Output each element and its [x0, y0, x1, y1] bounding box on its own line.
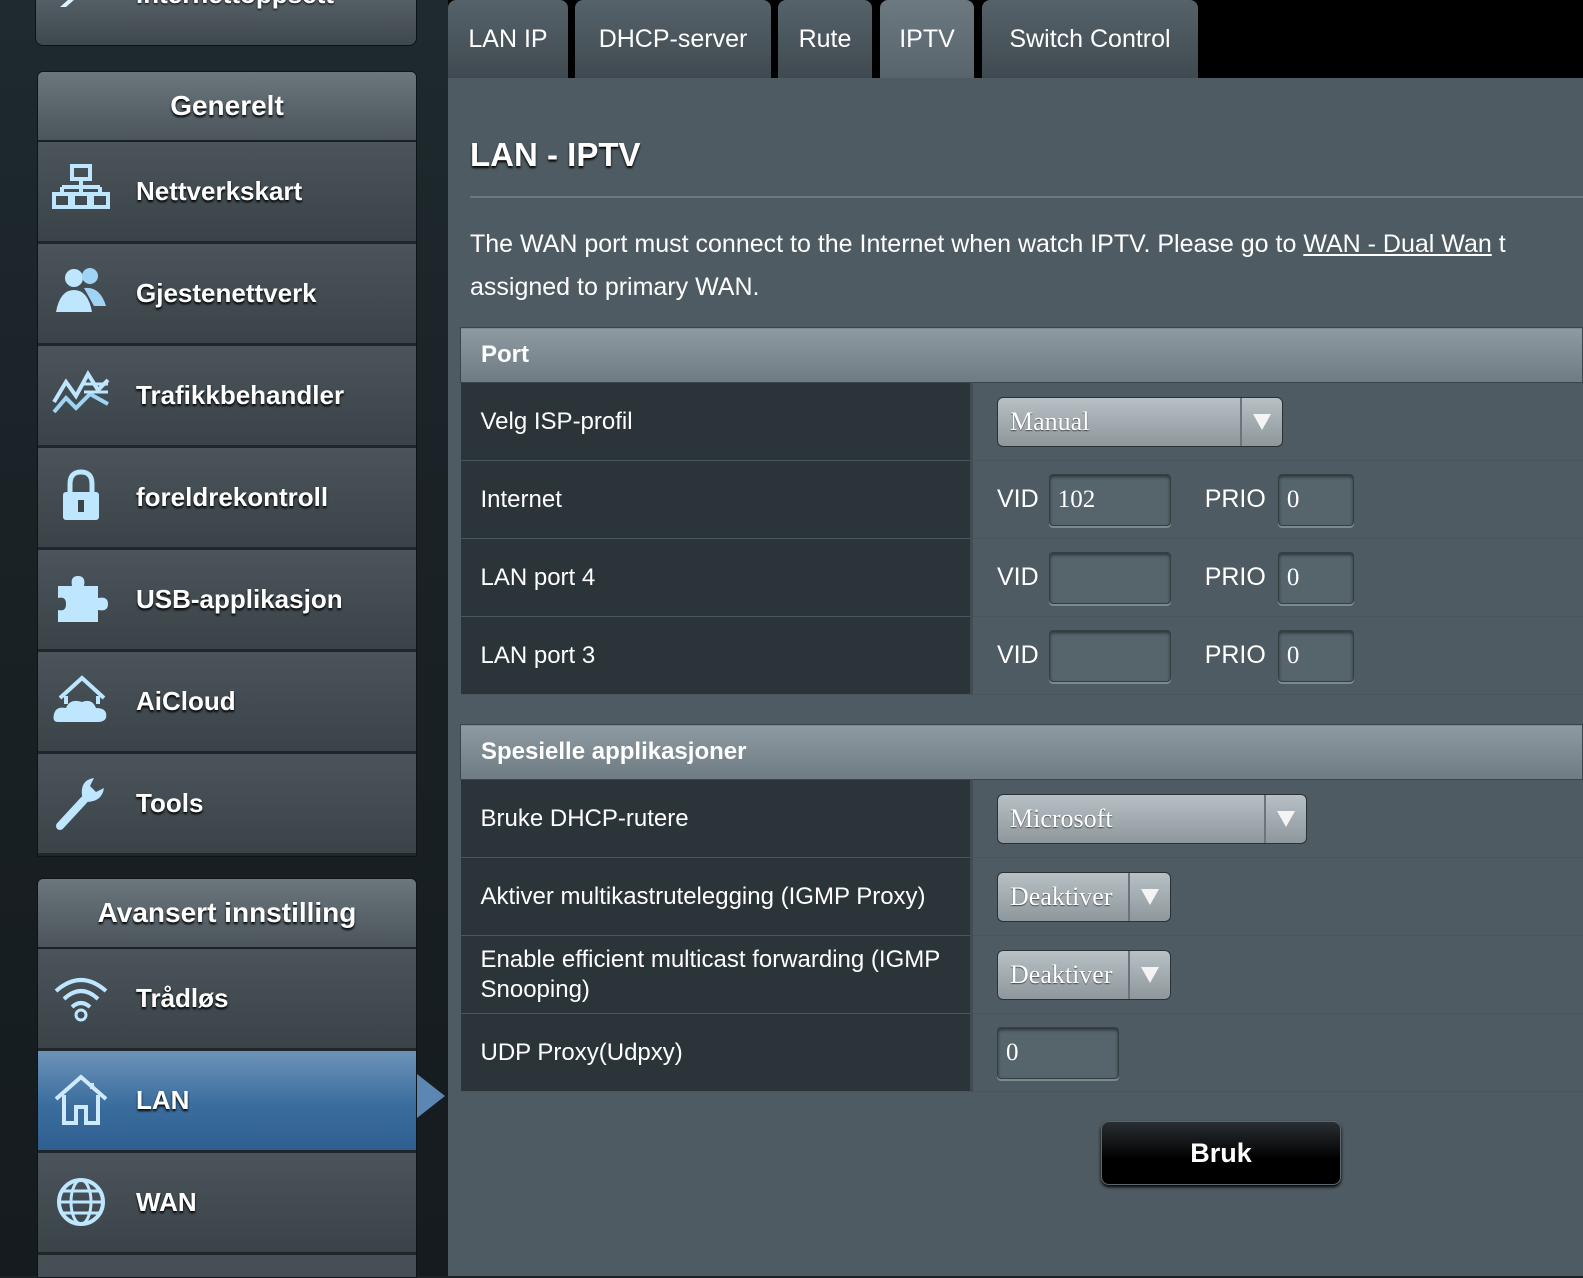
igmp-proxy-select[interactable]: Deaktiver [997, 871, 1171, 922]
puzzle-icon [58, 576, 108, 622]
internet-row-label: Internet [460, 460, 973, 539]
chevron-down-icon [1141, 888, 1159, 905]
table-row: Internet VID 102 PRIO 0 [460, 460, 1583, 539]
traffic-manager-icon [52, 370, 110, 414]
menu-item-internet-setup[interactable]: Internettoppsett [35, 0, 417, 46]
isp-profile-label: Velg ISP-profil [460, 382, 973, 461]
sidebar-item-label: foreldrekontroll [136, 482, 329, 512]
lan-port-4-vid-input[interactable] [1048, 551, 1171, 604]
vid-label: VID [997, 563, 1039, 591]
sidebar-item-label: Tools [136, 788, 204, 818]
lan-port-4-label: LAN port 4 [460, 538, 973, 617]
dhcp-routers-select[interactable]: Microsoft [997, 793, 1307, 844]
sidebar-item-parental-control[interactable]: foreldrekontroll [38, 448, 416, 550]
special-section-header: Spesielle applikasjoner [460, 724, 1583, 780]
table-row: LAN port 3 VID PRIO 0 [460, 616, 1583, 695]
sidebar-item-label: AiCloud [136, 686, 236, 716]
port-table: Port Velg ISP-profil Manual Internet VID… [460, 327, 1583, 695]
lock-icon [63, 469, 99, 520]
sidebar-item-tools[interactable]: Tools [38, 754, 416, 856]
guest-network-icon [56, 268, 106, 312]
sidebar-item-traffic-manager[interactable]: Trafikkbehandler [38, 346, 416, 448]
table-row: Bruke DHCP-rutere Microsoft [460, 779, 1583, 858]
advanced-menu-header: Avansert innstilling [38, 879, 416, 949]
sidebar-item-label: Trådløs [136, 983, 229, 1013]
udpxy-input[interactable]: 0 [997, 1026, 1119, 1079]
sidebar-item-label: WAN [136, 1187, 197, 1217]
tab-lan-ip[interactable]: LAN IP [448, 0, 568, 78]
tab-iptv[interactable]: IPTV [880, 0, 974, 78]
tab-switch-control[interactable]: Switch Control [982, 0, 1198, 78]
lan-port-3-prio-input[interactable]: 0 [1277, 629, 1354, 682]
sidebar-item-guest-network[interactable]: Gjestenettverk [38, 244, 416, 346]
sidebar-item-aicloud[interactable]: AiCloud [38, 652, 416, 754]
sidebar-item-wan[interactable]: WAN [38, 1153, 416, 1255]
table-row: Velg ISP-profil Manual [460, 382, 1583, 461]
lan-port-3-label: LAN port 3 [460, 616, 973, 695]
globe-icon [57, 1178, 105, 1226]
chevron-down-icon [1277, 810, 1295, 827]
sidebar-item-wireless[interactable]: Trådløs [38, 949, 416, 1051]
igmp-snooping-select[interactable]: Deaktiver [997, 949, 1171, 1000]
active-item-pointer [417, 1074, 445, 1118]
chevron-down-icon [1253, 413, 1271, 430]
table-row: Enable efficient multicast forwarding (I… [460, 935, 1583, 1014]
general-menu-header: Generelt [38, 72, 416, 142]
sidebar-item-usb-application[interactable]: USB-applikasjon [38, 550, 416, 652]
pencil-icon [60, 0, 74, 7]
cloud-home-icon [53, 675, 107, 722]
wrench-icon [56, 778, 104, 830]
main-panel: LAN - IPTV The WAN port must connect to … [448, 78, 1583, 1276]
tab-dhcp-server[interactable]: DHCP-server [575, 0, 771, 78]
udpxy-label: UDP Proxy(Udpxy) [460, 1013, 973, 1092]
advanced-menu: Avansert innstilling Trådløs LAN WAN [37, 878, 417, 1278]
network-map-icon [52, 164, 110, 209]
sidebar-item-label: Trafikkbehandler [136, 380, 345, 410]
dhcp-routers-label: Bruke DHCP-rutere [460, 779, 973, 858]
chevron-down-icon [1141, 966, 1159, 983]
lan-port-3-vid-input[interactable] [1048, 629, 1171, 682]
general-menu: Generelt Nettverkskart Gjestenettverk Tr… [37, 71, 417, 857]
home-icon [54, 1074, 108, 1125]
igmp-proxy-label: Aktiver multikastrutelegging (IGMP Proxy… [460, 857, 973, 936]
sidebar-item-label: LAN [136, 1085, 190, 1115]
sidebar-item-network-map[interactable]: Nettverkskart [38, 142, 416, 244]
table-row: Aktiver multikastrutelegging (IGMP Proxy… [460, 857, 1583, 936]
title-divider [470, 196, 1583, 198]
port-section-header: Port [460, 327, 1583, 383]
isp-profile-select[interactable]: Manual [997, 396, 1283, 447]
page-title: LAN - IPTV [470, 136, 641, 173]
wan-dual-wan-link[interactable]: WAN - Dual Wan [1303, 230, 1491, 258]
igmp-snooping-label: Enable efficient multicast forwarding (I… [460, 935, 973, 1014]
sidebar-item-lan[interactable]: LAN [38, 1051, 416, 1153]
sidebar-item-label: Nettverkskart [136, 176, 303, 206]
internet-vid-input[interactable]: 102 [1048, 473, 1171, 526]
tab-route[interactable]: Rute [778, 0, 872, 78]
page-description: The WAN port must connect to the Interne… [470, 230, 1506, 301]
table-row: LAN port 4 VID PRIO 0 [460, 538, 1583, 617]
vid-label: VID [997, 641, 1039, 669]
vid-label: VID [997, 485, 1039, 513]
prio-label: PRIO [1204, 485, 1266, 513]
table-row: UDP Proxy(Udpxy) 0 [460, 1013, 1583, 1092]
internet-prio-input[interactable]: 0 [1277, 473, 1354, 526]
lan-port-4-prio-input[interactable]: 0 [1277, 551, 1354, 604]
sidebar-item-label: USB-applikasjon [136, 584, 343, 614]
wifi-icon [54, 978, 108, 1022]
prio-label: PRIO [1204, 563, 1266, 591]
apply-button[interactable]: Bruk [1101, 1121, 1341, 1185]
menu-item-label: Internettoppsett [136, 0, 334, 10]
special-applications-table: Spesielle applikasjoner Bruke DHCP-ruter… [460, 724, 1583, 1092]
prio-label: PRIO [1204, 641, 1266, 669]
sidebar-item-label: Gjestenettverk [136, 278, 317, 308]
